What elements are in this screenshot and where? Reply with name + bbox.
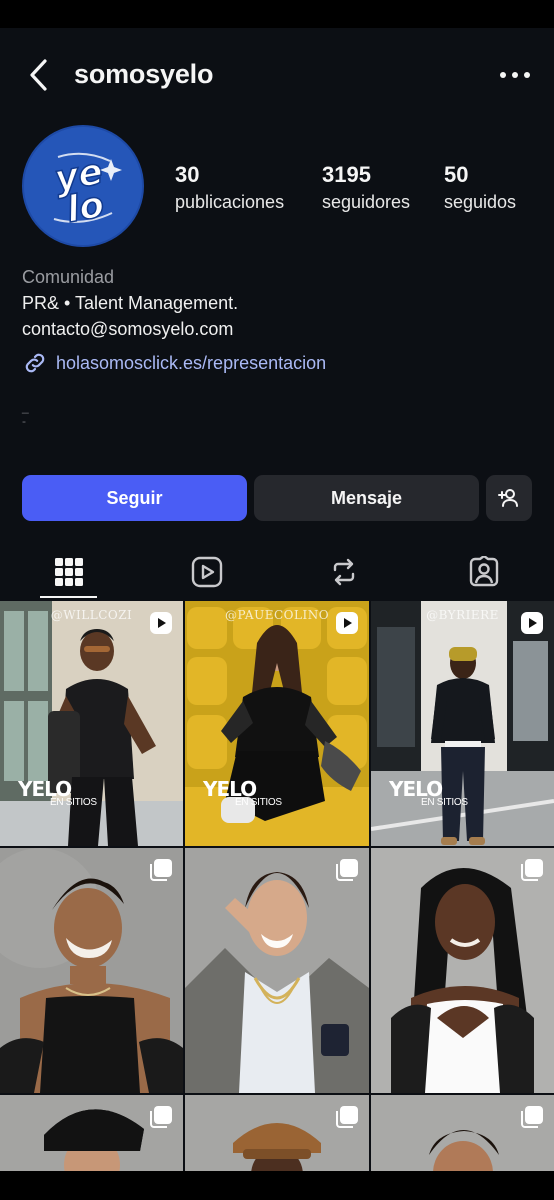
repost-icon <box>333 558 355 586</box>
bio-extra: _ - <box>22 400 532 428</box>
profile-screen: somosyelo ye lo 30 publicaciones 3195 se… <box>0 28 554 1171</box>
tab-tagged[interactable] <box>466 554 502 590</box>
profile-username: somosyelo <box>74 59 214 89</box>
following-count[interactable]: 50 seguidos <box>444 162 516 214</box>
post-image <box>185 601 369 846</box>
bio-line-1: PR& • Talent Management. <box>22 293 239 313</box>
tagged-icon <box>469 556 499 587</box>
grid-icon <box>55 558 83 586</box>
suggest-people-button[interactable] <box>486 475 532 521</box>
active-tab-indicator <box>40 596 97 598</box>
reel-icon <box>336 612 358 634</box>
carousel-icon <box>521 859 543 881</box>
post-brand-sub: EN SITIOS <box>421 797 468 808</box>
yelo-logo: ye lo <box>24 127 142 245</box>
bio-extra-line-2: - <box>22 414 26 428</box>
post-carousel-3[interactable] <box>371 848 554 1093</box>
reels-icon <box>191 556 223 588</box>
post-image <box>0 601 183 846</box>
carousel-icon <box>336 859 358 881</box>
followers-count[interactable]: 3195 seguidores <box>322 162 410 214</box>
post-brand-sub: EN SITIOS <box>50 797 97 808</box>
post-reel-3[interactable]: @BYRIERE YELO EN SITIOS <box>371 601 554 846</box>
post-reel-1[interactable]: @WILLCOZI YELO EN SITIOS <box>0 601 183 846</box>
post-image <box>185 848 369 1093</box>
post-reel-2[interactable]: @PAUECOLINO YELO EN SITIOS <box>185 601 369 846</box>
link-icon <box>25 353 45 373</box>
add-person-icon <box>498 489 518 507</box>
tab-reels[interactable] <box>189 554 225 590</box>
carousel-icon <box>521 1106 543 1128</box>
post-image <box>371 601 554 846</box>
top-bar: somosyelo <box>0 28 554 122</box>
bottom-frame <box>0 1171 554 1200</box>
more-options-icon[interactable] <box>500 62 530 88</box>
post-carousel-6[interactable] <box>371 1095 554 1171</box>
post-carousel-4[interactable] <box>0 1095 183 1171</box>
posts-count-value: 30 <box>175 162 200 187</box>
post-carousel-5[interactable] <box>185 1095 369 1171</box>
reel-icon <box>150 612 172 634</box>
post-carousel-2[interactable] <box>185 848 369 1093</box>
followers-count-label: seguidores <box>322 192 411 212</box>
follow-button[interactable]: Seguir <box>22 475 247 521</box>
device-frame: somosyelo ye lo 30 publicaciones 3195 se… <box>0 0 554 1200</box>
tab-grid[interactable] <box>51 554 87 590</box>
profile-link-text: holasomosclick.es/representacion <box>56 352 327 373</box>
post-image <box>371 848 554 1093</box>
back-icon[interactable] <box>26 58 52 92</box>
avatar[interactable]: ye lo <box>22 125 144 247</box>
following-count-value: 50 <box>444 162 469 187</box>
reel-icon <box>521 612 543 634</box>
posts-count-label: publicaciones <box>175 192 285 212</box>
carousel-icon <box>150 1106 172 1128</box>
posts-count[interactable]: 30 publicaciones <box>175 162 284 214</box>
profile-category: Comunidad <box>22 267 115 287</box>
post-brand-sub: EN SITIOS <box>235 797 282 808</box>
message-button[interactable]: Mensaje <box>254 475 479 521</box>
post-image <box>0 848 183 1093</box>
profile-bio: Comunidad PR& • Talent Management. conta… <box>22 264 532 428</box>
content-tabs <box>0 546 554 600</box>
tab-reposts[interactable] <box>326 554 362 590</box>
svg-text:lo: lo <box>64 184 108 231</box>
bio-extra-line-1: _ <box>22 400 29 414</box>
carousel-icon <box>150 859 172 881</box>
post-carousel-1[interactable] <box>0 848 183 1093</box>
profile-link[interactable]: holasomosclick.es/representacion <box>22 350 532 376</box>
followers-count-value: 3195 <box>322 162 371 187</box>
bio-line-2: contacto@somosyelo.com <box>22 319 234 339</box>
following-count-label: seguidos <box>444 192 517 212</box>
carousel-icon <box>336 1106 358 1128</box>
